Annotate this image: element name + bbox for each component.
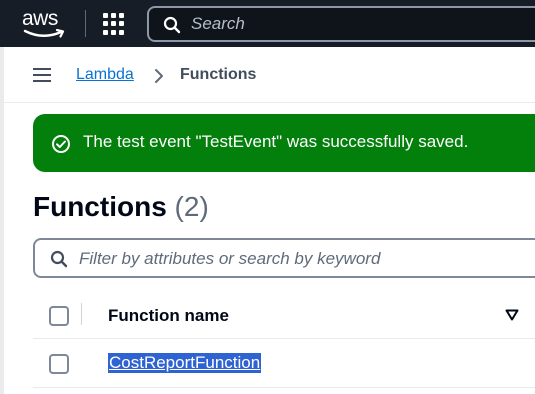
table-header: Function name bbox=[33, 293, 535, 339]
aws-logo[interactable]: aws bbox=[22, 7, 68, 39]
breadcrumb-bar: Lambda Functions bbox=[4, 47, 535, 103]
success-check-icon bbox=[52, 135, 70, 153]
column-divider bbox=[81, 303, 82, 325]
flash-message: The test event "TestEvent" was successfu… bbox=[83, 132, 469, 151]
filter-input[interactable] bbox=[79, 248, 535, 270]
page-title-text: Functions bbox=[33, 191, 167, 222]
breadcrumb-current: Functions bbox=[180, 66, 257, 83]
aws-smile-icon bbox=[23, 29, 65, 38]
row-checkbox[interactable] bbox=[49, 354, 69, 374]
column-header-function-name[interactable]: Function name bbox=[108, 306, 229, 326]
filter-box[interactable] bbox=[33, 238, 535, 278]
function-name-link[interactable]: CostReportFunction bbox=[108, 353, 262, 373]
select-all-checkbox[interactable] bbox=[49, 306, 69, 326]
breadcrumb-lambda-link[interactable]: Lambda bbox=[76, 66, 134, 84]
search-icon bbox=[163, 16, 181, 34]
table-row: CostReportFunction bbox=[33, 340, 535, 388]
search-icon bbox=[50, 250, 68, 268]
aws-logo-text: aws bbox=[22, 7, 58, 30]
sort-descending-icon[interactable] bbox=[505, 309, 519, 321]
global-search-input[interactable] bbox=[191, 13, 521, 35]
chevron-right-icon bbox=[155, 69, 163, 83]
services-grid-icon[interactable] bbox=[103, 13, 125, 35]
page-title: Functions (2) bbox=[33, 191, 209, 223]
global-search-box[interactable] bbox=[147, 6, 535, 42]
success-flash-banner: The test event "TestEvent" was successfu… bbox=[33, 114, 535, 172]
nav-divider bbox=[85, 10, 86, 37]
function-count: (2) bbox=[174, 191, 209, 222]
top-navigation-bar: aws bbox=[0, 0, 535, 47]
menu-icon[interactable] bbox=[33, 68, 51, 82]
